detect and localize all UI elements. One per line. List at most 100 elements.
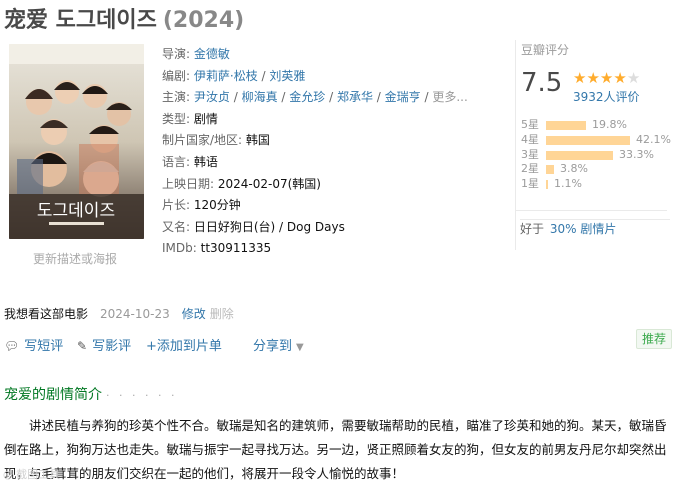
rating-dist-row: 4星 42.1%: [521, 133, 671, 148]
rating-score: 7.5: [521, 68, 563, 98]
better-than-link[interactable]: 30% 剧情片: [550, 222, 617, 236]
review-button[interactable]: ✎ 写影评: [77, 335, 131, 354]
interest-text: 我想看这部电影: [4, 307, 89, 321]
cast-link[interactable]: 柳海真: [242, 90, 278, 104]
synopsis-title: 宠爱的剧情简介: [4, 387, 102, 403]
rating-dist-row: 5星 19.8%: [521, 118, 671, 133]
rating-distribution: 5星 19.8% 4星 42.1% 3星 33.3% 2星 3.8% 1星 1.1%: [521, 118, 671, 192]
release-value: 2024-02-07(韩国): [217, 176, 321, 191]
imdb-row: IMDb: tt30911335: [162, 241, 272, 256]
language-value: 韩语: [193, 154, 218, 169]
better-than: 好于 30% 剧情片: [520, 219, 670, 237]
rating-dist-star: 1星: [521, 177, 539, 191]
movie-year: (2024): [162, 8, 245, 33]
writer-link[interactable]: 刘英雅: [269, 69, 305, 83]
genre-row: 类型: 剧情: [162, 111, 218, 126]
writer-label: 编剧: [162, 68, 187, 83]
aka-value: 日日好狗日(台) / Dog Days: [193, 219, 345, 234]
short-review-button[interactable]: 💬︎ 写短评: [4, 335, 63, 354]
writer-row: 编剧: 伊莉萨·松枝 / 刘英雅: [162, 68, 306, 83]
cast-link[interactable]: 尹汝贞: [194, 90, 230, 104]
runtime-value: 120分钟: [193, 198, 241, 213]
rating-dist-star: 5星: [521, 118, 539, 131]
movie-title: 宠爱 도그데이즈: [4, 8, 157, 33]
synopsis-text: 讲述民植与养狗的珍英个性不合。敏瑞是知名的建筑师，需要敏瑞帮助的民植，瞄准了珍英…: [4, 418, 667, 481]
watermark: ◎ 截图工具: [3, 468, 61, 481]
country-value: 韩国: [245, 133, 270, 148]
rating-dist-row: 2星 3.8%: [521, 162, 671, 177]
pencil-icon: ✎: [77, 339, 88, 353]
release-row: 上映日期: 2024-02-07(韩国): [162, 176, 321, 191]
star-icon: ★: [573, 69, 587, 87]
aka-row: 又名: 日日好狗日(台) / Dog Days: [162, 219, 345, 234]
rating-dist-pct: 1.1%: [554, 177, 582, 191]
rating-votes-link[interactable]: 3932人评价: [573, 88, 640, 105]
rating-dist-pct: 3.8%: [560, 162, 588, 176]
release-label: 上映日期: [162, 176, 211, 191]
recommend-button[interactable]: 推荐: [636, 329, 672, 349]
share-button[interactable]: 分享到 ▼: [253, 335, 304, 354]
cast-label: 主演: [162, 90, 187, 105]
rating-label: 豆瓣评分: [521, 43, 570, 57]
country-label: 制片国家/地区: [162, 133, 239, 148]
update-poster-link[interactable]: 更新描述或海报: [33, 250, 117, 267]
rating-dist-bar: [546, 150, 613, 160]
interest-status: 我想看这部电影 2024-10-23 修改 删除: [4, 305, 234, 322]
director-row: 导演: 金德敏: [162, 47, 230, 61]
cast-link[interactable]: 金瑞亨: [385, 90, 421, 104]
rating-dist-bar: [546, 180, 548, 190]
rating-dist-pct: 33.3%: [619, 147, 654, 161]
star-icon: ★: [586, 69, 600, 87]
rating-dist-pct: 19.8%: [592, 118, 627, 131]
action-bar: 💬︎ 写短评 ✎ 写影评 +添加到片单 分享到 ▼: [4, 335, 674, 355]
chevron-down-icon: ▼: [296, 342, 304, 353]
share-label: 分享到: [253, 339, 293, 354]
director-link[interactable]: 金德敏: [194, 47, 230, 61]
rating-dist-star: 4星: [521, 132, 539, 146]
rating-dist-row: 1星 1.1%: [521, 177, 671, 192]
cast-more-link[interactable]: 更多...: [432, 90, 467, 104]
comment-icon: 💬︎: [4, 339, 20, 353]
movie-info: 导演: 金德敏 编剧: 伊莉萨·松枝 / 刘英雅 主演: 尹汝贞 / 柳海真 /…: [162, 44, 502, 260]
rating-stars: ★★★★★: [573, 69, 640, 87]
star-empty-icon: ★: [626, 69, 641, 87]
interest-date: 2024-10-23: [100, 307, 170, 321]
poster-title-text: 도그데이즈: [37, 201, 115, 221]
synopsis-heading: 宠爱的剧情简介 · · · · · ·: [4, 384, 177, 404]
genre-label: 类型: [162, 111, 187, 126]
rating-dist-pct: 42.1%: [636, 132, 671, 146]
genre-value: 剧情: [193, 111, 218, 126]
star-icon: ★: [599, 69, 614, 87]
writer-link[interactable]: 伊莉萨·松枝: [194, 69, 258, 83]
imdb-label: IMDb: [162, 241, 193, 256]
delete-link[interactable]: 删除: [210, 307, 234, 321]
imdb-value: tt30911335: [200, 241, 272, 256]
cast-link[interactable]: 金允珍: [289, 90, 325, 104]
review-label: 写影评: [92, 339, 132, 354]
cast-row: 主演: 尹汝贞 / 柳海真 / 金允珍 / 郑承华 / 金瑞亨 / 更多...: [162, 90, 468, 105]
poster-image: 도그데이즈: [9, 44, 144, 239]
star-icon: ★: [613, 69, 627, 87]
language-row: 语言: 韩语: [162, 154, 218, 169]
edit-link[interactable]: 修改: [182, 307, 206, 321]
rating-dist-star: 2星: [521, 162, 539, 176]
rating-dist-bar: [546, 165, 554, 175]
add-to-list-button[interactable]: +添加到片单: [146, 335, 222, 354]
synopsis-dots: · · · · · ·: [106, 389, 178, 402]
language-label: 语言: [162, 154, 187, 169]
rating-dist-bar: [546, 121, 586, 130]
rating-dist-bar: [546, 135, 630, 145]
aka-label: 又名: [162, 219, 187, 234]
rating-divider: [515, 210, 667, 211]
cast-link[interactable]: 郑承华: [337, 90, 373, 104]
rating-dist-star: 3星: [521, 147, 539, 161]
movie-poster[interactable]: 도그데이즈: [9, 44, 144, 239]
better-than-prefix: 好于: [520, 222, 545, 236]
director-label: 导演: [162, 47, 187, 61]
rating-dist-row: 3星 33.3%: [521, 148, 671, 163]
page-title: 宠爱 도그데이즈 (2024): [4, 2, 244, 34]
short-review-label: 写短评: [24, 339, 64, 354]
country-row: 制片国家/地区: 韩国: [162, 133, 270, 148]
runtime-row: 片长: 120分钟: [162, 198, 241, 213]
runtime-label: 片长: [162, 198, 187, 213]
